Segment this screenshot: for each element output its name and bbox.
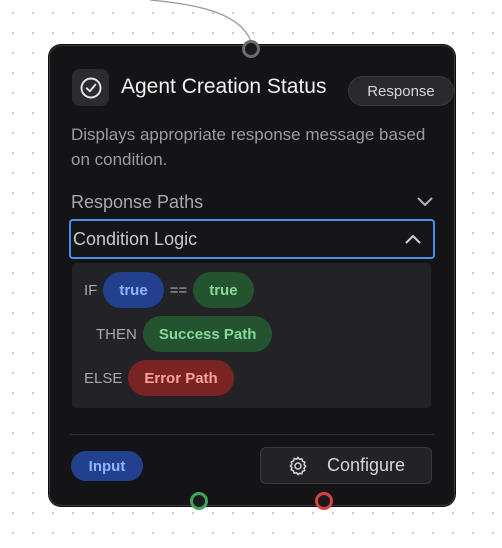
chevron-up-icon (405, 234, 421, 244)
if-condition-row: IF true == true (84, 272, 254, 308)
error-output-handle[interactable] (315, 492, 333, 510)
else-keyword: ELSE (84, 369, 123, 387)
then-keyword: THEN (96, 325, 137, 343)
else-row: ELSE Error Path (84, 360, 234, 396)
if-keyword: IF (84, 281, 98, 299)
node-title: Agent Creation Status (121, 75, 327, 98)
then-row: THEN Success Path (96, 316, 273, 352)
node-icon-tile (72, 69, 109, 106)
response-paths-label: Response Paths (71, 191, 204, 212)
response-paths-section-toggle[interactable]: Response Paths (71, 187, 433, 217)
condition-logic-section-toggle[interactable]: Condition Logic (69, 219, 435, 259)
configure-label: Configure (326, 455, 406, 475)
right-operand-pill[interactable]: true (193, 272, 254, 308)
error-path-pill[interactable]: Error Path (128, 360, 234, 396)
operator: == (169, 281, 188, 299)
input-type-badge: Input (71, 451, 143, 481)
chevron-down-icon (417, 197, 433, 207)
left-operand-pill[interactable]: true (103, 272, 164, 308)
output-type-badge: Response (348, 76, 454, 106)
node-description: Displays appropriate response message ba… (71, 125, 426, 169)
gear-icon (289, 456, 307, 475)
footer-divider (70, 434, 434, 435)
condition-logic-label: Condition Logic (73, 228, 198, 249)
success-output-handle[interactable] (190, 492, 208, 510)
configure-button[interactable]: Configure (260, 447, 432, 484)
input-connection-handle[interactable] (242, 40, 260, 58)
check-circle-icon (80, 77, 101, 98)
success-path-pill[interactable]: Success Path (142, 316, 273, 352)
